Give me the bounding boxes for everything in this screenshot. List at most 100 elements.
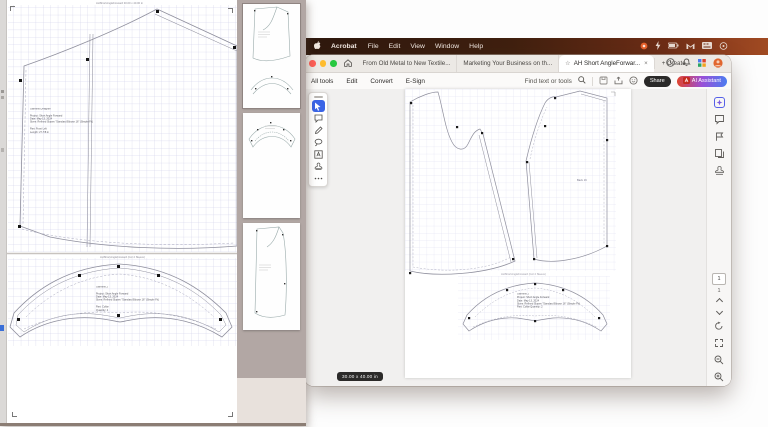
tab-bar-right-icons (666, 57, 723, 70)
tab-from-old-metal[interactable]: From Old Metal to New Textile... (357, 55, 458, 72)
collar-info-block: Garment 2 Project: Short Angle Forward D… (517, 293, 580, 309)
page2-header: AHShortAngleForward (Col 2 Sleeve) (100, 256, 145, 259)
apps-grid-icon[interactable] (698, 58, 706, 69)
history-clock-icon[interactable] (666, 58, 675, 69)
edge-tool-mark[interactable] (1, 148, 4, 152)
share-button[interactable]: Share (643, 75, 671, 87)
desktop: Acrobat File Edit View Window Help From … (0, 0, 768, 427)
edit-button[interactable]: Edit (346, 78, 357, 85)
zoom-out-icon[interactable] (714, 352, 725, 365)
page1-header: AHShortAngleForward 30.00 x 40.00 in (96, 2, 143, 5)
acrobat-toolbar: All tools Edit Convert E-Sign Find text … (305, 73, 731, 90)
page2-info-block: Garment 2 Project: Short Angle Forward D… (96, 286, 159, 312)
fit-view-icon[interactable] (714, 335, 725, 347)
acrobat-window: From Old Metal to New Textile... Marketi… (305, 55, 731, 386)
collar-page-header: AHShortAngleForward (Col 2 Sleeve) (501, 273, 546, 276)
text-box-tool[interactable] (312, 148, 325, 160)
menu-item-view[interactable]: View (410, 43, 425, 50)
edge-tool-mark[interactable] (1, 90, 4, 93)
page-size-tooltip: 30.00 x 40.00 in (337, 372, 383, 381)
zoom-window-button[interactable] (330, 60, 337, 67)
crop-mark (10, 6, 15, 11)
pattern-pages-drawing[interactable] (6, 0, 237, 420)
page-total-label: 1 (717, 288, 721, 294)
gmail-icon[interactable] (686, 42, 695, 52)
thumbnail-page-2[interactable] (243, 113, 300, 218)
thumbnail-page-3[interactable] (243, 223, 300, 330)
edge-tool-mark[interactable] (1, 96, 4, 99)
more-tools[interactable] (312, 172, 325, 184)
lasso-tool[interactable] (312, 136, 325, 148)
comments-icon[interactable] (714, 112, 725, 125)
save-icon[interactable] (599, 76, 608, 87)
pattern-window: AHShortAngleForward 30.00 x 40.00 in Gar… (0, 0, 306, 426)
pen-tool[interactable] (312, 124, 325, 136)
search-icon[interactable] (578, 76, 586, 86)
menu-item-window[interactable]: Window (435, 43, 459, 50)
minimize-window-button[interactable] (319, 60, 326, 67)
battery-icon[interactable] (667, 42, 679, 51)
account-avatar[interactable] (713, 57, 723, 70)
print-icon[interactable] (614, 76, 623, 87)
right-rail: 1 1 (706, 89, 731, 386)
apple-menu-icon[interactable] (314, 41, 321, 52)
edge-tool-mark-active[interactable] (0, 325, 4, 331)
stamp-tool[interactable] (312, 160, 325, 172)
find-label[interactable]: Find text or tools (525, 78, 572, 85)
screen-record-icon[interactable] (640, 42, 648, 52)
notifications-bell-icon[interactable] (682, 58, 691, 69)
pages-icon[interactable] (714, 146, 725, 158)
stamp-icon[interactable] (714, 163, 725, 175)
crop-mark (228, 412, 233, 417)
left-edge-toolbar (0, 0, 7, 423)
back-size-label: Back 16 (577, 179, 587, 182)
acrobat-tab-bar: From Old Metal to New Textile... Marketi… (305, 55, 731, 73)
thumbnail-1-drawing (250, 6, 294, 95)
convert-button[interactable]: Convert (370, 78, 392, 85)
menu-status-icons (640, 38, 728, 55)
close-window-button[interactable] (309, 60, 316, 67)
tab-marketing-business[interactable]: Marketing Your Business on th... (457, 55, 560, 72)
tab-ah-short-angleforward[interactable]: ☆ AH Short AngleForwar... × (559, 55, 654, 72)
zoom-in-icon[interactable] (714, 369, 725, 382)
menu-app-name[interactable]: Acrobat (331, 43, 357, 50)
page1-info-block: Garment Designer Project: Short Angle Fo… (30, 108, 93, 134)
thumbnail-page-1[interactable] (242, 3, 301, 109)
quick-tools-panel (308, 92, 328, 187)
ai-assistant-logo-icon (682, 76, 690, 86)
crop-mark (12, 412, 17, 417)
menu-item-edit[interactable]: Edit (389, 43, 401, 50)
pattern-drawing (405, 89, 616, 340)
menu-item-file[interactable]: File (368, 43, 379, 50)
control-center-icon[interactable] (719, 41, 728, 52)
bolt-icon[interactable] (655, 41, 661, 52)
thumbnail-panel-footer (237, 378, 306, 423)
esign-button[interactable]: E-Sign (406, 78, 425, 85)
toolbar-divider (591, 76, 593, 86)
rotate-icon[interactable] (714, 318, 725, 330)
thumbnail-panel (237, 0, 306, 378)
select-tool[interactable] (311, 100, 325, 112)
page-down-icon[interactable] (715, 307, 723, 316)
star-icon[interactable]: ☆ (565, 60, 571, 67)
page-number-input[interactable]: 1 (712, 273, 726, 285)
comment-tool[interactable] (312, 112, 325, 124)
thumbnail-2-drawing (248, 122, 296, 148)
ai-assistant-button[interactable]: AI Assistant (676, 75, 727, 87)
close-tab-icon[interactable]: × (644, 60, 648, 67)
thumbnail-3-drawing (254, 226, 287, 318)
all-tools-button[interactable]: All tools (311, 78, 333, 85)
flag-icon[interactable] (714, 129, 725, 141)
ai-assistant-icon[interactable] (713, 95, 725, 108)
keyboard-icon[interactable] (702, 42, 712, 51)
menu-item-help[interactable]: Help (469, 43, 483, 50)
pdf-page[interactable]: Back 16 AHShortAngleForward (Col 2 Sleev… (405, 89, 631, 378)
home-icon[interactable] (343, 58, 352, 69)
sticker-icon[interactable] (629, 75, 638, 87)
crop-mark (228, 8, 233, 13)
page-up-icon[interactable] (715, 297, 723, 306)
macos-menu-bar: Acrobat File Edit View Window Help (302, 38, 768, 55)
document-area: Back 16 AHShortAngleForward (Col 2 Sleev… (305, 89, 731, 386)
toolbar-right-cluster: Find text or tools Share AI Assistant (525, 75, 727, 87)
drag-handle[interactable] (313, 96, 323, 98)
